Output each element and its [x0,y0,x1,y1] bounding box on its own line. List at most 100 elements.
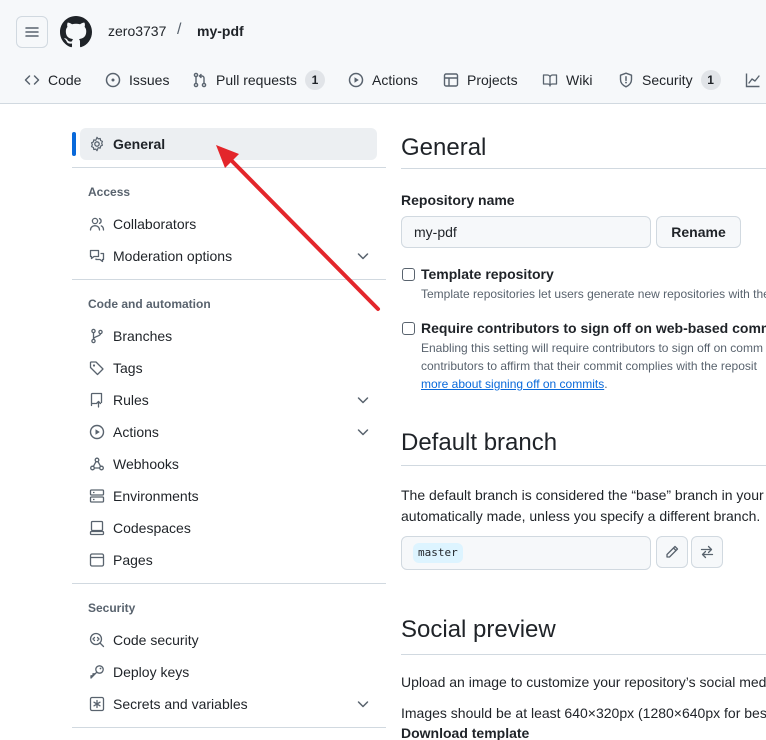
sidebar-item-label: General [113,136,166,152]
comment-discussion-icon [89,249,105,263]
signoff-description-line1: Enabling this setting will require contr… [421,341,763,355]
path-separator: / [177,21,182,38]
tag-icon [89,361,104,376]
default-branch-text-line1: The default branch is considered the “ba… [401,487,764,503]
tab-label: Issues [129,72,170,88]
sidebar-item-rules[interactable]: Rules [80,384,377,416]
social-preview-text-line2: Images should be at least 640×320px (128… [401,705,766,721]
signoff-checkbox[interactable] [402,322,415,335]
switch-branch-button[interactable] [691,536,723,568]
sidebar-item-label: Secrets and variables [113,696,248,712]
issue-icon [105,72,121,88]
browser-icon [89,553,105,567]
gear-icon [91,136,103,152]
sidebar-divider [72,727,386,728]
branch-name-tag: master [413,543,463,563]
repo-name-label: Repository name [401,192,515,208]
sidebar-divider [72,167,386,168]
sidebar-item-label: Tags [113,360,143,376]
chevron-down-icon [357,253,369,260]
sidebar-item-collaborators[interactable]: Collaborators [80,208,377,240]
sidebar-item-label: Code security [113,632,199,648]
default-branch-text-line2: automatically made, unless you specify a… [401,508,761,524]
sidebar-item-label: Environments [113,488,199,504]
hamburger-icon [25,27,39,37]
sidebar-item-label: Branches [113,328,173,344]
play-icon [89,424,105,440]
signoff-label: Require contributors to sign off on web-… [421,320,766,336]
section-divider [401,168,766,169]
template-repository-checkbox[interactable] [402,268,415,281]
repo-owner-link[interactable]: zero3737 [108,23,166,39]
sidebar-item-tags[interactable]: Tags [80,352,377,384]
codescan-icon [89,632,105,648]
menu-button[interactable] [16,16,48,48]
github-logo-icon[interactable] [60,16,92,48]
template-repository-label: Template repository [421,266,554,282]
section-divider [401,465,766,466]
default-branch-field: master [401,536,651,570]
sidebar-divider [72,279,386,280]
sidebar-item-pages[interactable]: Pages [80,544,377,576]
repo-name-link[interactable]: my-pdf [197,23,244,39]
sidebar-item-general[interactable]: General [80,128,377,160]
pencil-icon [666,545,679,558]
signoff-period: . [604,377,608,391]
sidebar-item-environments[interactable]: Environments [80,480,377,512]
sidebar-item-code-security[interactable]: Code security [80,624,377,656]
default-branch-title: Default branch [401,429,558,456]
rename-button[interactable]: Rename [656,216,741,248]
sidebar-item-secrets-variables[interactable]: Secrets and variables [80,688,377,720]
key-asterisk-icon [89,696,105,712]
signoff-description-line3: more about signing off on commits. [421,375,608,393]
sidebar-item-label: Pages [113,552,153,568]
template-repository-description: Template repositories let users generate… [421,287,766,301]
download-template-link[interactable]: Download template [401,723,529,740]
play-icon [348,72,364,88]
sidebar-item-label: Rules [113,392,149,408]
signoff-learn-more-link[interactable]: more about signing off on commits [421,377,604,391]
tab-code[interactable]: Code [24,62,81,98]
sidebar-item-label: Codespaces [113,520,191,536]
sidebar-item-codespaces[interactable]: Codespaces [80,512,377,544]
arrow-switch-icon [700,545,714,559]
sidebar-item-webhooks[interactable]: Webhooks [80,448,377,480]
signoff-description-line2: contributors to affirm that their commit… [421,359,757,373]
social-preview-title: Social preview [401,616,556,643]
sidebar-item-deploy-keys[interactable]: Deploy keys [80,656,377,688]
key-icon [90,665,104,679]
tab-label: Code [48,72,82,88]
sidebar-item-label: Moderation options [113,248,233,264]
sidebar-heading-access: Access [88,185,131,199]
codespaces-icon [89,520,105,536]
sidebar-heading-code-automation: Code and automation [88,297,211,311]
edit-branch-button[interactable] [656,536,688,568]
server-icon [89,489,105,503]
people-icon [89,217,105,231]
code-icon [24,75,40,85]
pull-requests-count-badge: 1 [304,70,325,90]
chevron-down-icon [357,397,369,404]
sidebar-item-branches[interactable]: Branches [80,320,377,352]
sidebar-item-moderation-options[interactable]: Moderation options [80,240,377,272]
settings-main: General Repository name my-pdf Rename Te… [401,0,766,740]
tab-label: Pull requests [216,72,297,88]
section-divider [401,654,766,655]
pull-request-icon [193,72,207,88]
page-title: General [401,134,487,161]
sidebar-heading-security: Security [88,601,136,615]
sidebar-item-label: Webhooks [113,456,179,472]
repo-push-icon [90,392,103,408]
chevron-down-icon [357,429,369,436]
tab-pull-requests[interactable]: Pull requests 1 [192,62,325,98]
sidebar-item-label: Collaborators [113,216,197,232]
chevron-down-icon [357,701,369,708]
sidebar-item-actions[interactable]: Actions [80,416,377,448]
sidebar-item-label: Actions [113,424,159,440]
tab-issues[interactable]: Issues [105,62,169,98]
git-branch-icon [91,328,103,344]
active-indicator [72,132,76,156]
webhook-icon [90,457,104,471]
sidebar-item-label: Deploy keys [113,664,190,680]
repo-name-input[interactable]: my-pdf [401,216,651,248]
